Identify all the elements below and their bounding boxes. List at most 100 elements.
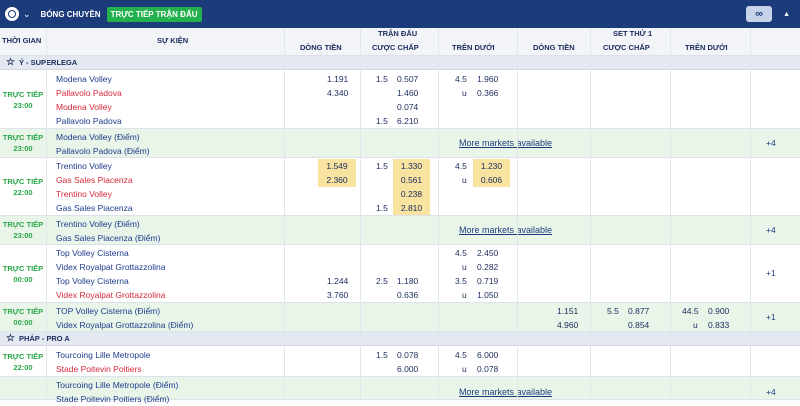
odds-cell[interactable]: 1.180 xyxy=(397,274,418,288)
ou-line: 4.5 xyxy=(455,74,467,84)
home-team[interactable]: Top Volley Cisterna xyxy=(56,274,284,288)
odds-cell[interactable]: 0.507 xyxy=(397,72,418,86)
odds-cell[interactable]: 4.960 xyxy=(557,318,578,332)
chevron-down-icon[interactable]: ⌄ xyxy=(23,9,31,20)
odds-cell[interactable]: 1.549 xyxy=(318,159,356,173)
odds-cell[interactable]: 0.282 xyxy=(477,260,498,274)
odds-cell[interactable]: 0.078 xyxy=(477,362,498,376)
header-set-overunder: TRÊN DƯỚI xyxy=(685,43,728,52)
more-count[interactable]: +4 xyxy=(766,137,776,149)
more-count[interactable]: +1 xyxy=(766,311,776,323)
odds-cell[interactable]: 0.074 xyxy=(397,100,418,114)
odds-cell[interactable]: 0.636 xyxy=(397,288,418,302)
home-team[interactable]: TOP Volley Cisterna (Điểm) xyxy=(56,304,284,318)
odds-cell[interactable]: 0.606 xyxy=(473,173,510,187)
odds-cell[interactable]: 1.151 xyxy=(557,304,578,318)
match-group: Tourcoing Lille Metropole (Điểm) Stade P… xyxy=(0,377,800,404)
home-team[interactable]: Trentino Volley xyxy=(56,187,284,201)
more-count[interactable]: +4 xyxy=(766,386,776,398)
header-handicap: CƯỢC CHẤP xyxy=(372,43,419,52)
away-team[interactable]: Videx Royalpat Grottazzolina (Điểm) xyxy=(56,318,284,332)
sport-title[interactable]: BÓNG CHUYỀN xyxy=(41,10,101,19)
live-status: TRỰC TIẾP xyxy=(2,352,44,361)
under-label: u xyxy=(462,262,467,272)
handicap-line: 2.5 xyxy=(376,276,388,286)
match-group: TRỰC TIẾP 23:00 Trentino Volley (Điểm) G… xyxy=(0,216,800,245)
odds-cell[interactable]: 0.877 xyxy=(628,304,649,318)
home-team[interactable]: Trentino Volley (Điểm) xyxy=(56,217,284,231)
handicap-line: 1.5 xyxy=(376,203,388,213)
odds-cell[interactable]: 0.561 xyxy=(393,173,430,187)
league-name: PHÁP - PRO A xyxy=(18,334,70,343)
away-team[interactable]: Stade Poitevin Poitiers (Điểm) xyxy=(56,392,284,406)
league-name: Ý - SUPERLEGA xyxy=(18,58,78,67)
header-set1: SET THỨ 1 xyxy=(613,29,653,38)
odds-cell[interactable]: 0.366 xyxy=(477,86,498,100)
odds-cell[interactable]: 2.450 xyxy=(477,246,498,260)
live-status: TRỰC TIẾP xyxy=(2,307,44,316)
away-team[interactable]: Gas Sales Piacenza xyxy=(56,173,284,187)
star-icon[interactable]: ☆ xyxy=(6,57,15,68)
home-team[interactable]: Trentino Volley xyxy=(56,159,284,173)
column-header: THỜI GIAN SỰ KIỆN TRẬN ĐẤU SET THỨ 1 DÒN… xyxy=(0,28,800,56)
odds-cell[interactable]: 2.810 xyxy=(393,201,430,215)
home-team[interactable]: Modena Volley xyxy=(56,72,284,86)
handicap-line: 5.5 xyxy=(607,306,619,316)
away-team[interactable]: Pallavolo Padova (Điểm) xyxy=(56,144,284,158)
odds-cell[interactable]: 1.330 xyxy=(393,159,430,173)
live-status: TRỰC TIẾP xyxy=(2,177,44,186)
away-team[interactable]: Videx Royalpat Grottazzolina xyxy=(56,260,284,274)
infinity-toggle-button[interactable]: ∞ xyxy=(746,6,772,22)
more-count[interactable]: +4 xyxy=(766,224,776,236)
odds-cell[interactable]: 0.833 xyxy=(708,318,729,332)
home-team[interactable]: Tourcoing Lille Metropole (Điểm) xyxy=(56,378,284,392)
odds-cell[interactable]: 1.244 xyxy=(327,274,348,288)
away-team[interactable]: Gas Sales Piacenza (Điểm) xyxy=(56,231,284,245)
live-status: TRỰC TIẾP xyxy=(2,220,44,229)
away-team[interactable]: Pallavolo Padova xyxy=(56,86,284,100)
home-team[interactable]: Tourcoing Lille Metropole xyxy=(56,348,284,362)
more-count[interactable]: +1 xyxy=(766,267,776,279)
collapse-triangle-icon[interactable]: ▲ xyxy=(783,11,790,18)
league-row[interactable]: ☆ Ý - SUPERLEGA xyxy=(0,56,800,70)
odds-cell[interactable]: 1.050 xyxy=(477,288,498,302)
header-set-handicap: CƯỢC CHẤP xyxy=(603,43,650,52)
away-team[interactable]: Stade Poitevin Poitiers xyxy=(56,362,284,376)
more-markets-link[interactable]: More markets available xyxy=(459,224,579,236)
more-markets-link[interactable]: More markets available xyxy=(459,386,579,398)
match-time: 23:00 xyxy=(13,144,33,153)
odds-cell[interactable]: 6.000 xyxy=(477,348,498,362)
odds-cell[interactable]: 2.360 xyxy=(318,173,356,187)
under-label: u xyxy=(462,290,467,300)
match-time: 23:00 xyxy=(13,101,33,110)
away-team[interactable]: Pallavolo Padova xyxy=(56,114,284,128)
header-time: THỜI GIAN xyxy=(2,36,42,45)
odds-cell[interactable]: 0.854 xyxy=(628,318,649,332)
odds-cell[interactable]: 1.230 xyxy=(473,159,510,173)
odds-cell[interactable]: 0.238 xyxy=(393,187,430,201)
odds-cell[interactable]: 0.900 xyxy=(708,304,729,318)
home-team[interactable]: Top Volley Cisterna xyxy=(56,246,284,260)
away-team[interactable]: Gas Sales Piacenza xyxy=(56,201,284,215)
odds-cell[interactable]: 4.340 xyxy=(327,86,348,100)
more-markets-link[interactable]: More markets available xyxy=(459,137,579,149)
odds-cell[interactable]: 1.960 xyxy=(477,72,498,86)
live-matches-tab[interactable]: TRỰC TIẾP TRẬN ĐẤU xyxy=(106,6,202,22)
odds-cell[interactable]: 0.078 xyxy=(397,348,418,362)
header-set-money: DÒNG TIỀN xyxy=(533,43,575,52)
home-team[interactable]: Modena Volley xyxy=(56,100,284,114)
away-team[interactable]: Videx Royalpat Grottazzolina xyxy=(56,288,284,302)
header-event: SỰ KIỆN xyxy=(157,36,189,45)
handicap-line: 1.5 xyxy=(376,116,388,126)
odds-cell[interactable]: 0.719 xyxy=(477,274,498,288)
odds-cell[interactable]: 6.000 xyxy=(397,362,418,376)
volleyball-icon[interactable] xyxy=(5,7,19,21)
home-team[interactable]: Modena Volley (Điểm) xyxy=(56,130,284,144)
star-icon[interactable]: ☆ xyxy=(6,333,15,344)
odds-cell[interactable]: 1.460 xyxy=(397,86,418,100)
live-status: TRỰC TIẾP xyxy=(2,133,44,142)
odds-cell[interactable]: 6.210 xyxy=(397,114,418,128)
league-row[interactable]: ☆ PHÁP - PRO A xyxy=(0,332,800,346)
odds-cell[interactable]: 1.191 xyxy=(327,72,348,86)
odds-cell[interactable]: 3.760 xyxy=(327,288,348,302)
